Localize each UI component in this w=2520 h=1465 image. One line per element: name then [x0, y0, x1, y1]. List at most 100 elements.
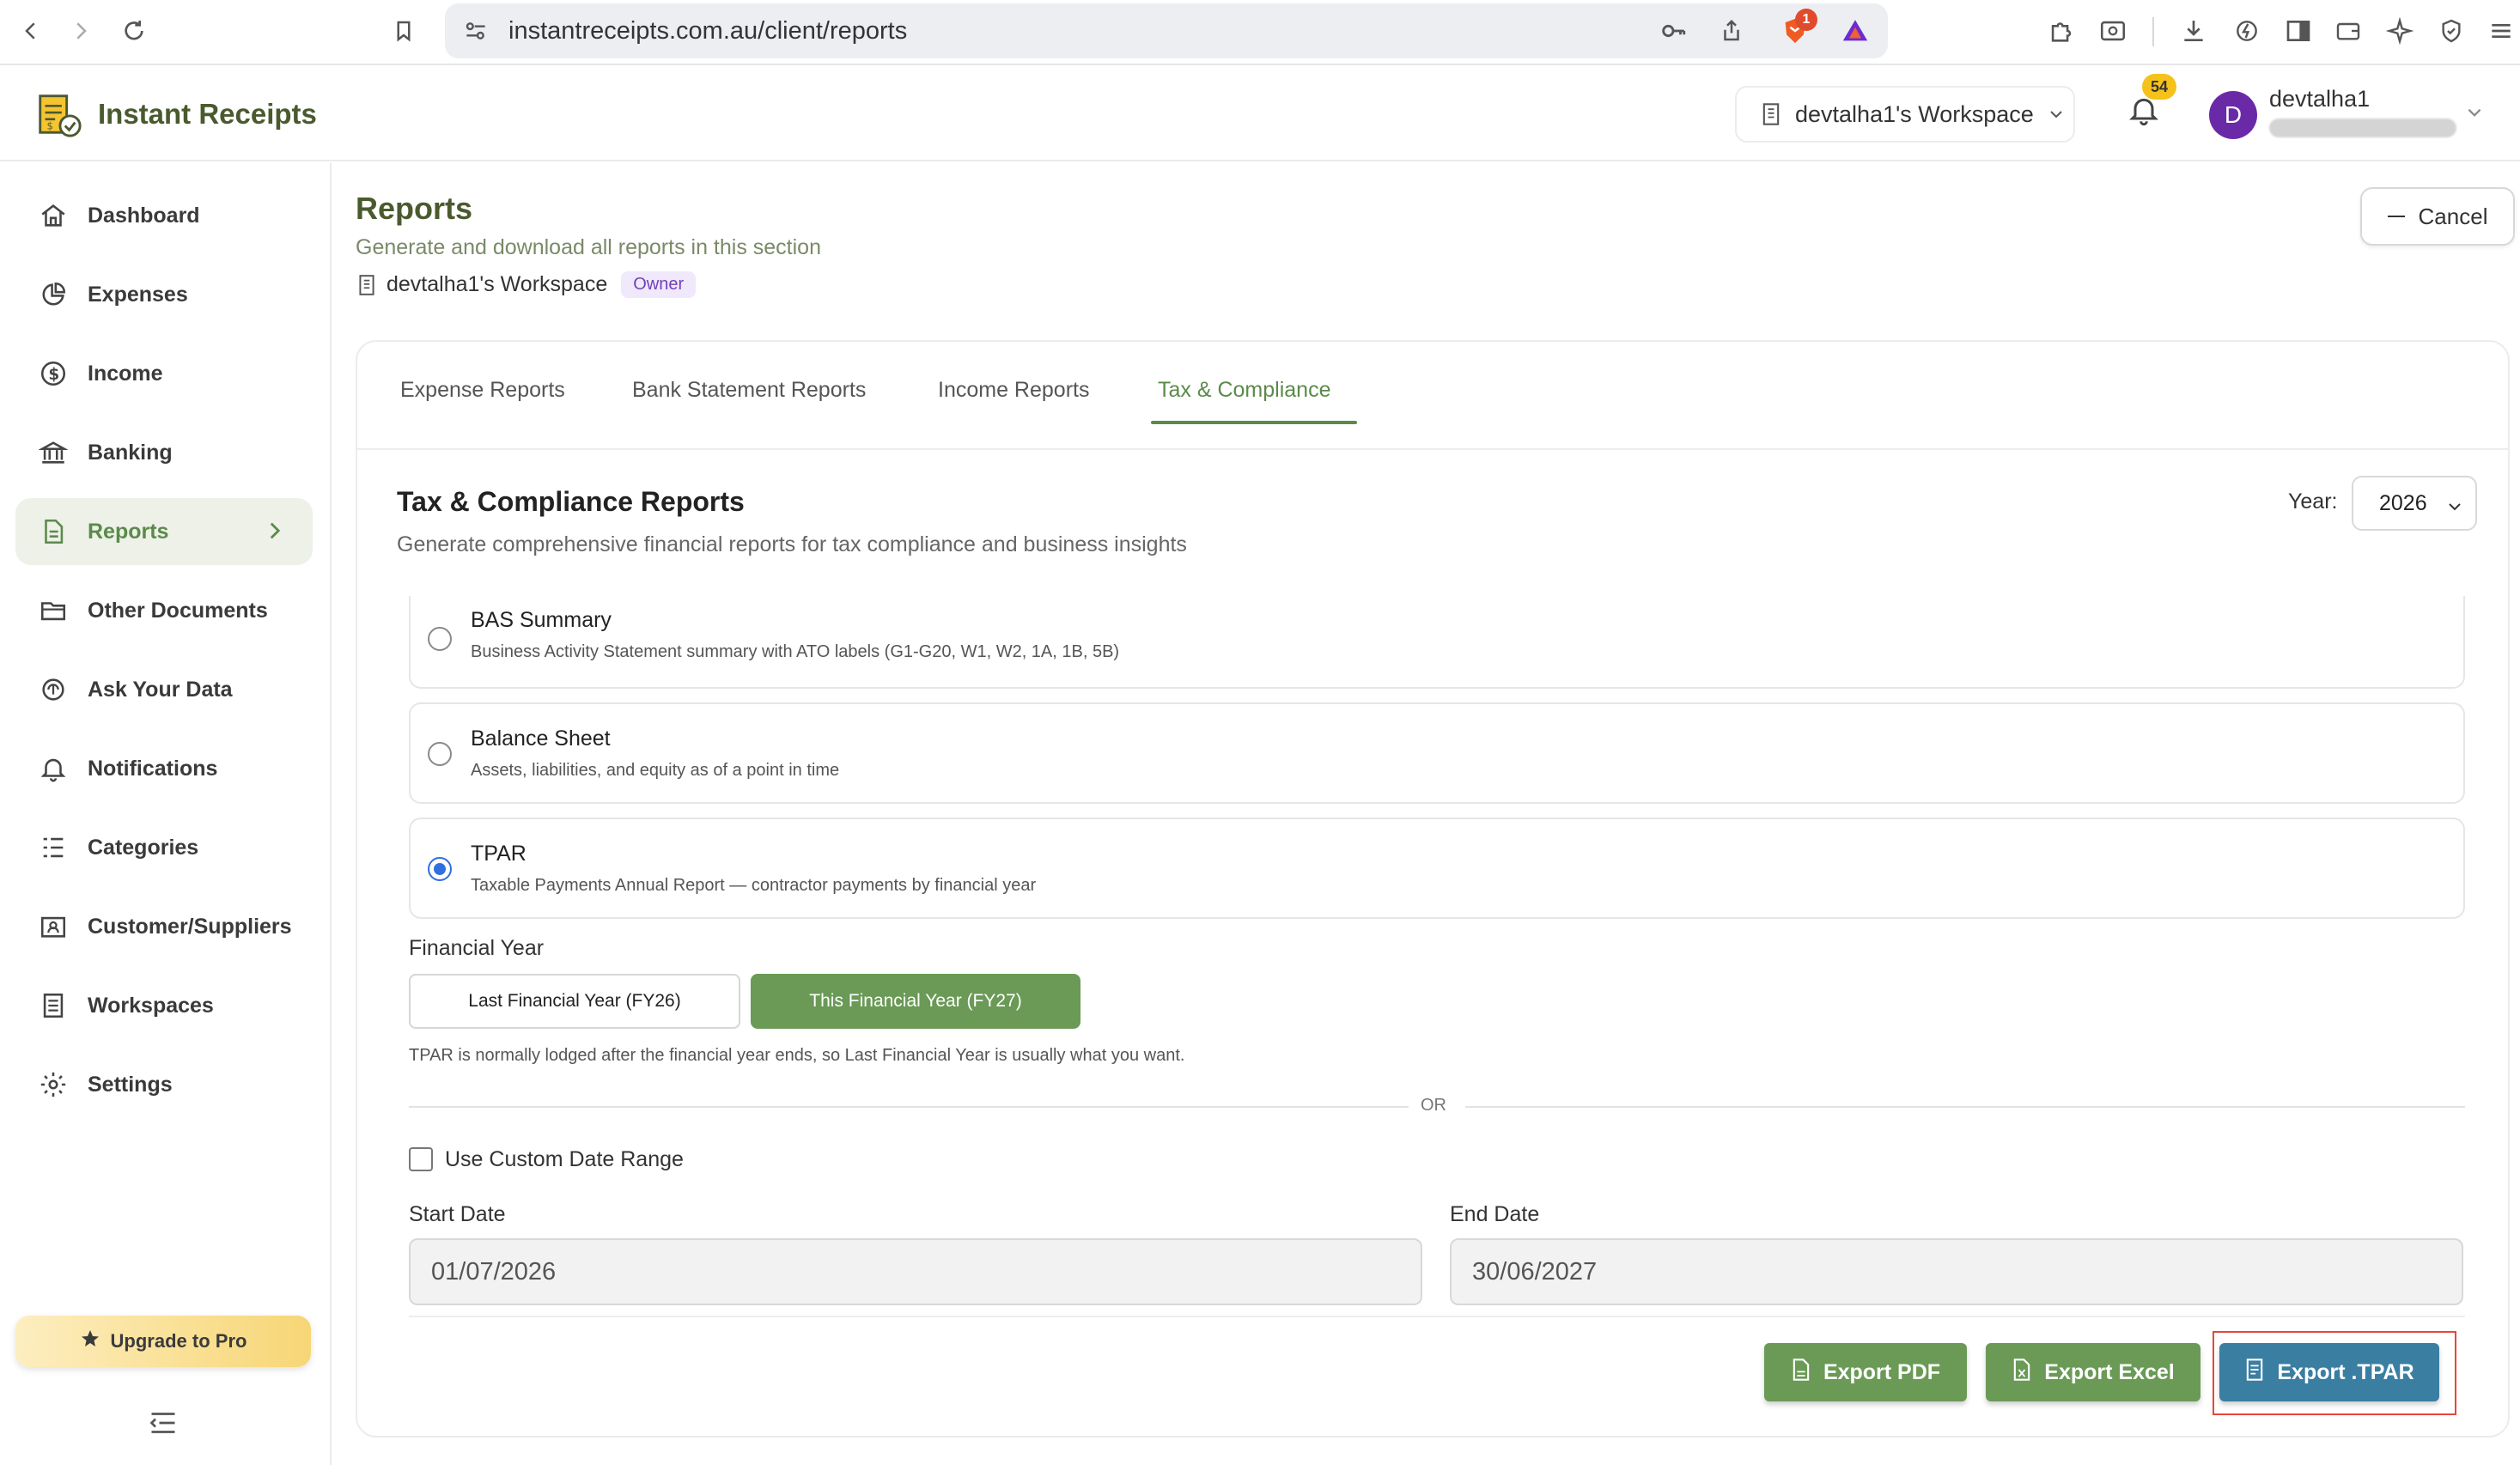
extensions-icon[interactable] [2044, 14, 2079, 48]
tab-expense-reports[interactable]: Expense Reports [400, 378, 565, 403]
ai-icon [36, 672, 70, 707]
site-settings-icon[interactable] [462, 17, 490, 49]
export-excel-button[interactable]: Export Excel [1986, 1343, 2200, 1401]
sidebar-item-income[interactable]: $ Income [15, 340, 313, 407]
sidebar-item-dashboard[interactable]: Dashboard [15, 182, 313, 249]
app-header: $ Instant Receipts devtalha1's Workspace… [0, 67, 2520, 161]
section-title: Tax & Compliance Reports [397, 486, 745, 517]
report-description: Taxable Payments Annual Report — contrac… [471, 876, 1037, 895]
chevron-down-icon[interactable] [2465, 103, 2484, 126]
workspace-switcher[interactable]: devtalha1's Workspace [1735, 86, 2075, 143]
year-select[interactable]: 2026 [2352, 476, 2477, 531]
export-pdf-button[interactable]: Export PDF [1764, 1343, 1967, 1401]
leo-ai-icon[interactable] [2383, 14, 2417, 48]
wallet-icon[interactable] [2331, 14, 2365, 48]
export-pdf-label: Export PDF [1823, 1359, 1941, 1384]
end-date-input[interactable]: 30/06/2027 [1450, 1238, 2463, 1305]
radio-balance-sheet[interactable] [428, 742, 452, 766]
this-financial-year-button[interactable]: This Financial Year (FY27) [751, 974, 1080, 1029]
sidebar-item-settings[interactable]: Settings [15, 1051, 313, 1118]
workspace-name: devtalha1's Workspace [1795, 100, 2034, 127]
forward-icon[interactable] [62, 12, 100, 50]
chevron-down-icon [2446, 496, 2463, 521]
bell-icon [36, 751, 70, 786]
speedreader-icon[interactable] [2230, 14, 2264, 48]
end-date-label: End Date [1450, 1202, 1540, 1226]
sidebar-item-label: Notifications [88, 756, 218, 781]
bookmark-icon[interactable] [385, 12, 423, 50]
reports-card: Expense Reports Bank Statement Reports I… [356, 340, 2510, 1438]
page-subtitle: Generate and download all reports in thi… [356, 235, 821, 259]
sidebar-item-label: Dashboard [88, 203, 200, 228]
sidebar: Dashboard Expenses $ Income Banking Repo… [0, 163, 332, 1465]
last-financial-year-button[interactable]: Last Financial Year (FY26) [409, 974, 740, 1029]
tab-income-reports[interactable]: Income Reports [938, 378, 1089, 403]
report-option-balance-sheet[interactable]: Balance Sheet Assets, liabilities, and e… [409, 702, 2465, 804]
report-option-tpar[interactable]: TPAR Taxable Payments Annual Report — co… [409, 818, 2465, 919]
report-name: TPAR [471, 842, 527, 866]
list-icon [36, 830, 70, 865]
year-label: Year: [2288, 489, 2338, 514]
active-tab-indicator [1151, 421, 1357, 424]
custom-date-range-checkbox[interactable] [409, 1147, 433, 1171]
avatar[interactable]: D [2209, 91, 2257, 139]
share-icon[interactable] [1714, 14, 1749, 48]
sidebar-item-ask-your-data[interactable]: Ask Your Data [15, 656, 313, 723]
key-icon[interactable] [1656, 14, 1690, 48]
brave-rewards-icon[interactable] [1838, 14, 1872, 48]
sidebar-item-customer-suppliers[interactable]: Customer/Suppliers [15, 893, 313, 960]
tab-tax-compliance[interactable]: Tax & Compliance [1158, 378, 1330, 403]
radio-bas-summary[interactable] [428, 627, 452, 651]
upgrade-label: Upgrade to Pro [110, 1330, 247, 1352]
year-value: 2026 [2379, 490, 2427, 515]
report-option-bas-summary[interactable]: BAS Summary Business Activity Statement … [409, 596, 2465, 689]
sidebar-item-banking[interactable]: Banking [15, 419, 313, 486]
sidebar-item-reports[interactable]: Reports [15, 498, 313, 565]
star-icon [80, 1328, 100, 1354]
collapse-sidebar-icon[interactable] [148, 1410, 179, 1440]
start-date-label: Start Date [409, 1202, 506, 1226]
building-icon [1762, 103, 1780, 125]
svg-text:$: $ [46, 119, 52, 131]
excel-file-icon [2012, 1358, 2032, 1388]
tab-bank-statement-reports[interactable]: Bank Statement Reports [632, 378, 866, 403]
sidebar-item-label: Reports [88, 519, 169, 544]
sidebar-item-other-documents[interactable]: Other Documents [15, 577, 313, 644]
radio-tpar[interactable] [428, 857, 452, 881]
reload-icon[interactable] [115, 12, 153, 50]
building-icon [359, 274, 374, 295]
cancel-label: Cancel [2418, 203, 2488, 229]
vpn-shield-icon[interactable] [2434, 14, 2468, 48]
back-icon[interactable] [12, 12, 50, 50]
gear-icon [36, 1067, 70, 1102]
start-date-value: 01/07/2026 [431, 1257, 557, 1286]
home-icon [36, 198, 70, 233]
brand[interactable]: $ Instant Receipts [33, 89, 317, 139]
upgrade-to-pro-button[interactable]: Upgrade to Pro [15, 1316, 311, 1367]
start-date-input[interactable]: 01/07/2026 [409, 1238, 1422, 1305]
sidebar-item-expenses[interactable]: Expenses [15, 261, 313, 328]
end-date-value: 30/06/2027 [1472, 1257, 1598, 1286]
report-name: Balance Sheet [471, 726, 611, 751]
sidebar-item-notifications[interactable]: Notifications [15, 735, 313, 802]
url-text[interactable]: instantreceipts.com.au/client/reports [508, 17, 907, 46]
menu-icon[interactable] [2484, 14, 2518, 48]
or-separator: OR [1421, 1096, 1446, 1115]
custom-date-range-label[interactable]: Use Custom Date Range [445, 1147, 684, 1172]
pie-chart-icon [36, 277, 70, 312]
notification-count-badge: 54 [2142, 74, 2176, 100]
sidebar-toggle-icon[interactable] [2281, 14, 2316, 48]
chevron-down-icon [2050, 111, 2062, 119]
user-name[interactable]: devtalha1 [2269, 86, 2370, 112]
report-tabs: Expense Reports Bank Statement Reports I… [357, 342, 2508, 450]
cancel-button[interactable]: Cancel [2360, 187, 2515, 246]
bank-icon [36, 435, 70, 470]
export-excel-label: Export Excel [2044, 1359, 2175, 1384]
sidebar-item-label: Workspaces [88, 993, 214, 1018]
sidebar-item-categories[interactable]: Categories [15, 814, 313, 881]
sidebar-item-workspaces[interactable]: Workspaces [15, 972, 313, 1039]
financial-year-note: TPAR is normally lodged after the financ… [409, 1046, 1185, 1065]
current-workspace: devtalha1's Workspace Owner [357, 271, 697, 298]
download-icon[interactable] [2176, 14, 2211, 48]
reader-mode-icon[interactable] [2096, 14, 2130, 48]
